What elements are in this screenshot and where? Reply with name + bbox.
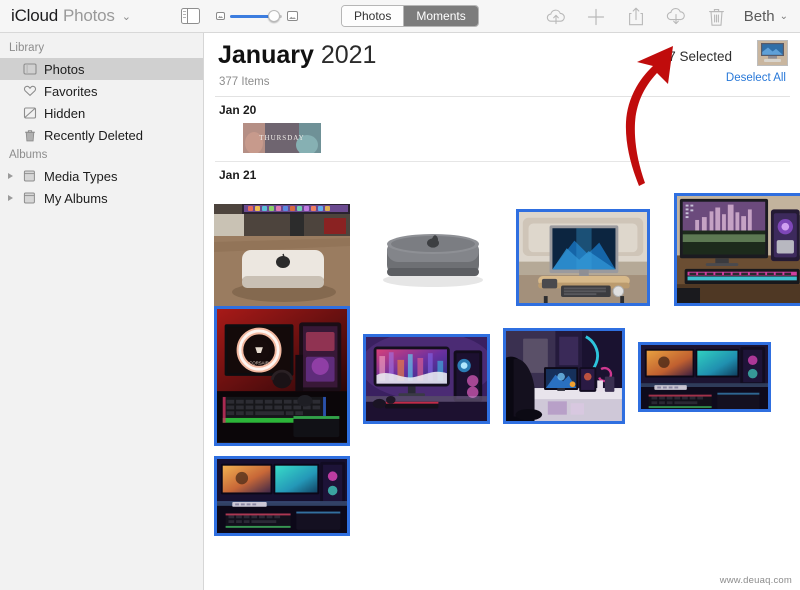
title-month: January	[218, 41, 314, 69]
photo-row: CORSAIR	[205, 306, 800, 456]
photo-mac-mini-desk[interactable]	[214, 204, 350, 306]
brand-app-name: Photos	[63, 6, 115, 25]
slider-knob[interactable]	[268, 10, 281, 22]
trash-icon	[22, 128, 37, 142]
photo-city-skyline-setup[interactable]	[674, 193, 800, 306]
item-count: 377 Items	[219, 76, 270, 88]
sidebar-item-label: My Albums	[44, 190, 108, 206]
album-icon	[22, 169, 37, 183]
selected-count: 7 Selected	[668, 49, 732, 64]
sidebar-item-label: Hidden	[44, 105, 86, 121]
sidebar-group-library: Library	[9, 42, 45, 54]
large-thumbnail-icon	[287, 11, 298, 21]
tab-moments[interactable]: Moments	[403, 6, 478, 26]
view-mode-segmented-control[interactable]: Photos Moments	[341, 5, 479, 27]
svg-text:THURSDAY: THURSDAY	[259, 134, 304, 142]
disclosure-triangle-icon[interactable]	[8, 194, 13, 201]
chevron-down-icon[interactable]: ⌄	[122, 10, 131, 23]
title-year: 2021	[320, 41, 377, 69]
sidebar-item-label: Media Types	[44, 168, 118, 184]
sidebar-item-favorites[interactable]: Favorites	[0, 80, 203, 102]
slider-track[interactable]	[230, 10, 282, 22]
photo-purple-monitor-pc[interactable]	[363, 334, 490, 424]
sidebar-group-albums: Albums	[9, 149, 48, 161]
account-name: Beth	[743, 8, 775, 25]
share-icon[interactable]	[625, 6, 647, 28]
app-title[interactable]: iCloud Photos ⌄	[11, 6, 131, 26]
day-label-jan-20: Jan 20	[219, 103, 257, 117]
trash-icon[interactable]	[705, 6, 727, 28]
sidebar-item-label: Favorites	[44, 83, 98, 99]
photo-ultrawide-dual-monitor[interactable]	[638, 342, 771, 412]
photo-imac-couch[interactable]	[516, 209, 650, 306]
sidebar-item-hidden[interactable]: Hidden	[0, 102, 203, 124]
day-label-jan-21: Jan 21	[219, 168, 257, 182]
account-menu[interactable]: Beth ⌄	[744, 0, 788, 33]
brand-icloud: iCloud	[11, 6, 58, 25]
content-header: January 2021 377 Items 7 Selected Desele…	[205, 33, 800, 97]
download-cloud-icon[interactable]	[665, 6, 687, 28]
small-thumbnail-icon	[216, 12, 225, 20]
plus-icon[interactable]	[585, 6, 607, 28]
tab-photos[interactable]: Photos	[342, 6, 404, 26]
site-watermark: www.deuaq.com	[719, 575, 792, 586]
disclosure-triangle-icon[interactable]	[8, 172, 13, 179]
sidebar: Library Photos Favorites Hidden Recently…	[0, 33, 204, 590]
photos-icon	[22, 62, 37, 76]
sidebar-item-media-types[interactable]: Media Types	[0, 165, 203, 187]
photo-dual-monitor-blue-desk[interactable]	[214, 456, 350, 536]
photo-mac-mini-product[interactable]	[374, 204, 492, 306]
thumbnail-size-slider[interactable]	[216, 8, 298, 24]
window-toolbar: iCloud Photos ⌄ Photos Moments Beth ⌄	[0, 0, 800, 33]
heart-icon	[22, 84, 37, 98]
section-divider	[215, 161, 790, 162]
photo-library-content: January 2021 377 Items 7 Selected Desele…	[205, 33, 800, 590]
photo-thursday-banner[interactable]: THURSDAY	[243, 123, 321, 153]
sidebar-item-photos[interactable]: Photos	[0, 58, 203, 80]
deselect-all-button[interactable]: Deselect All	[726, 72, 786, 84]
sidebar-item-label: Photos	[44, 61, 85, 77]
hidden-icon	[22, 106, 37, 120]
sidebar-item-recently-deleted[interactable]: Recently Deleted	[0, 124, 203, 146]
sidebar-item-my-albums[interactable]: My Albums	[0, 187, 203, 209]
header-divider	[215, 96, 790, 97]
toolbar-actions	[545, 0, 727, 33]
svg-text:CORSAIR: CORSAIR	[249, 360, 269, 365]
selected-photo-thumbnail[interactable]	[757, 40, 788, 66]
photo-row	[205, 456, 800, 546]
upload-cloud-icon[interactable]	[545, 6, 567, 28]
sidebar-item-label: Recently Deleted	[44, 127, 143, 143]
page-title: January 2021	[218, 41, 376, 70]
photo-gaming-chair-room[interactable]	[503, 328, 625, 424]
photo-corsair-red-setup[interactable]: CORSAIR	[214, 306, 350, 446]
photo-row: THURSDAY	[205, 123, 800, 153]
album-icon	[22, 191, 37, 205]
chevron-down-icon: ⌄	[779, 11, 788, 22]
photo-row	[205, 188, 800, 306]
sidebar-toggle-icon[interactable]	[181, 8, 200, 24]
